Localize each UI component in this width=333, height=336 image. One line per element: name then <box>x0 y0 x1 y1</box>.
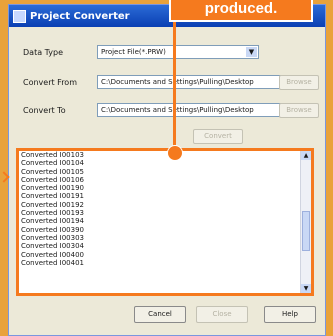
app-icon <box>13 9 26 23</box>
log-line: Converted I00106 <box>21 175 84 184</box>
scroll-down-icon[interactable]: ▼ <box>301 284 311 293</box>
log-line: Converted I00103 <box>21 151 84 159</box>
log-line: Converted I00104 <box>21 159 84 168</box>
help-button[interactable]: Help <box>264 306 316 323</box>
close-button[interactable]: Close <box>196 306 248 323</box>
browse-to-button[interactable]: Browse <box>279 103 319 118</box>
log-line: Converted I00400 <box>21 250 84 259</box>
convert-button[interactable]: Convert <box>193 129 243 144</box>
callout-connector <box>173 18 176 150</box>
data-type-select[interactable]: Project File(*.PRW) ▼ <box>97 45 259 59</box>
chevron-down-icon[interactable]: ▼ <box>246 47 257 57</box>
log-line: Converted I00193 <box>21 209 84 218</box>
log-line: Converted I00192 <box>21 200 84 209</box>
log-line: Converted I00194 <box>21 217 84 226</box>
log-line: Converted I00401 <box>21 258 84 267</box>
convert-from-field[interactable]: C:\Documents and Settings\Pulling\Deskto… <box>97 75 283 89</box>
log-line: Converted I00304 <box>21 242 84 251</box>
scroll-up-icon[interactable]: ▲ <box>301 151 311 160</box>
window-title: Project Converter <box>30 10 130 22</box>
browse-from-button[interactable]: Browse <box>279 75 319 90</box>
scroll-thumb[interactable] <box>302 211 310 251</box>
log-line: Converted I00105 <box>21 167 84 176</box>
convert-from-label: Convert From <box>23 77 77 87</box>
data-type-label: Data Type <box>23 47 64 57</box>
log-scrollbar[interactable]: ▲ ▼ <box>300 151 311 293</box>
callout-label: produced. <box>169 0 313 22</box>
log-line: Converted I00190 <box>21 184 84 193</box>
convert-to-field[interactable]: C:\Documents and Settings\Pulling\Deskto… <box>97 103 283 117</box>
log-line: Converted I00390 <box>21 225 84 234</box>
log-line: Converted I00303 <box>21 233 84 242</box>
log-line: Converted I00191 <box>21 192 84 201</box>
cancel-button[interactable]: Cancel <box>134 306 186 323</box>
callout-dot <box>167 145 183 161</box>
conversion-log[interactable]: Converted I00103 Converted I00104 Converte… <box>16 148 314 296</box>
log-lines: Converted I00103 Converted I00104 Converte… <box>19 151 311 267</box>
data-type-value: Project File(*.PRW) <box>101 48 166 56</box>
data-type-row: Data Type Project File(*.PRW) ▼ <box>23 45 313 59</box>
convert-to-label: Convert To <box>23 105 66 115</box>
